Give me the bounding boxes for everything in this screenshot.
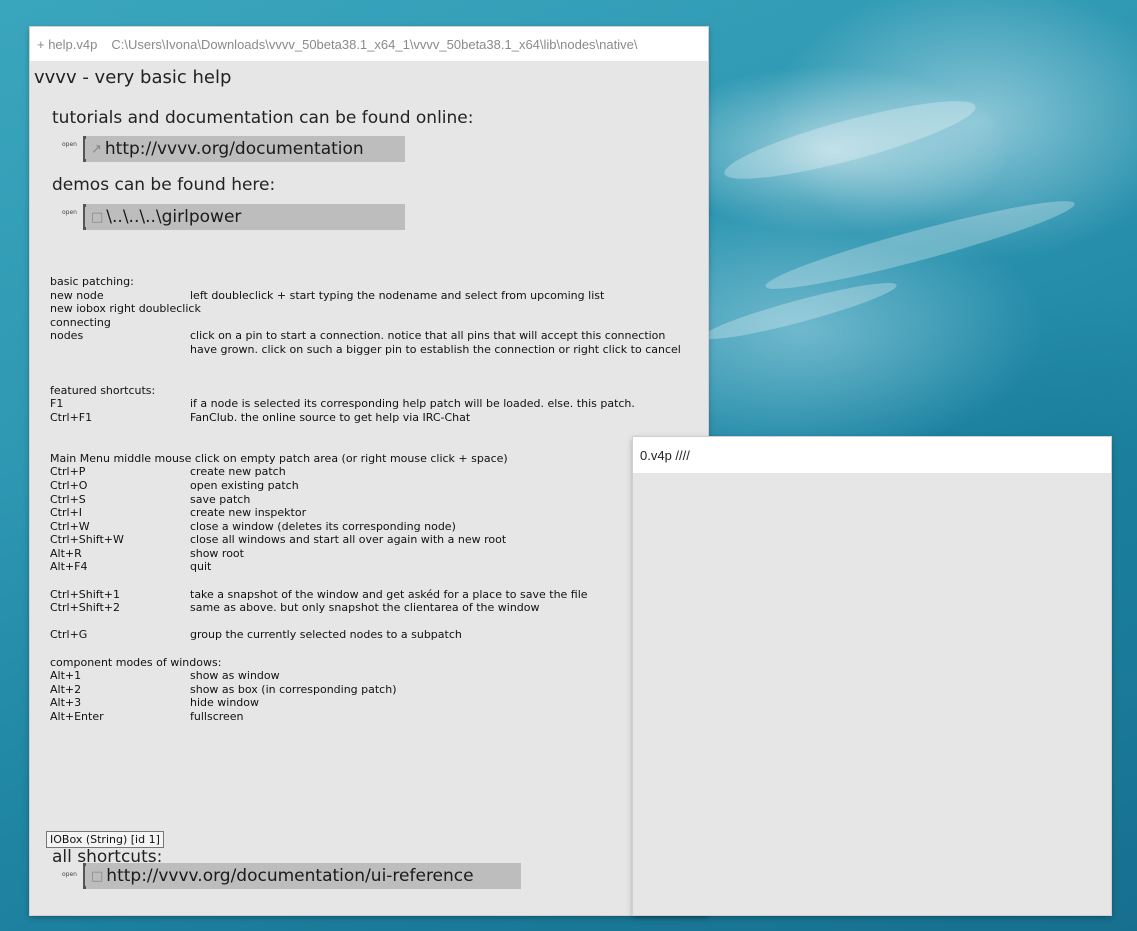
- shortcut-desc: take a snapshot of the window and get as…: [190, 587, 588, 601]
- root-window-titlebar[interactable]: 0.v4p ////: [633, 437, 1111, 473]
- patch-canvas[interactable]: [633, 473, 1111, 915]
- help-text-block: basic patching: new node left doubleclick…: [50, 275, 700, 724]
- ui-reference-iobox[interactable]: □ http://vvvv.org/documentation/ui-refer…: [83, 863, 521, 889]
- water-highlight: [719, 87, 981, 193]
- tutorials-heading: tutorials and documentation can be found…: [52, 108, 474, 128]
- window-title-name: + help.v4p: [37, 36, 98, 52]
- demos-path-text: \..\..\..\girlpower: [106, 207, 242, 227]
- shortcut-key: Ctrl+Shift+W: [50, 533, 124, 547]
- doc-link-iobox[interactable]: ↗ http://vvvv.org/documentation: [83, 136, 405, 162]
- doc-link-text: http://vvvv.org/documentation: [104, 139, 364, 159]
- shortcut-desc: if a node is selected its corresponding …: [190, 397, 635, 411]
- shortcut-desc: create new inspektor: [190, 506, 307, 520]
- section-title: featured shortcuts:: [50, 383, 156, 397]
- section-title: component modes of windows:: [50, 655, 222, 669]
- shortcut-desc: click on a pin to start a connection. no…: [190, 329, 666, 343]
- shortcut-key: Alt+2: [50, 682, 82, 696]
- shortcut-desc: group the currently selected nodes to a …: [190, 628, 462, 642]
- shortcut-key: Alt+Enter: [50, 710, 104, 723]
- shortcut-desc: open existing patch: [190, 478, 299, 492]
- shortcut-key: connecting: [50, 315, 111, 329]
- window-title: 0.v4p ////: [640, 447, 690, 463]
- iobox-input-pin[interactable]: [83, 136, 86, 139]
- shortcut-desc: left doubleclick + start typing the node…: [190, 288, 605, 302]
- link-icon: ↗: [91, 141, 102, 157]
- iobox-input-pin[interactable]: [83, 204, 86, 207]
- shortcut-desc: fullscreen: [190, 710, 244, 723]
- shortcut-desc: show as window: [190, 669, 280, 683]
- shortcut-desc: have grown. click on such a bigger pin t…: [190, 342, 681, 356]
- shortcut-desc: hide window: [190, 696, 260, 710]
- root-patch-window[interactable]: 0.v4p ////: [633, 437, 1111, 915]
- shortcut-desc: close a window (deletes its correspondin…: [190, 519, 456, 533]
- shortcut-key: Ctrl+O: [50, 478, 88, 492]
- open-pin-label: open: [62, 871, 77, 878]
- shortcut-key: Alt+1: [50, 669, 82, 683]
- shortcut-key: Ctrl+Shift+2: [50, 601, 121, 615]
- shortcut-desc: same as above. but only snapshot the cli…: [190, 601, 540, 615]
- help-window-titlebar[interactable]: + help.v4p C:\Users\Ivona\Downloads\vvvv…: [30, 27, 708, 61]
- water-highlight: [761, 189, 1079, 301]
- shortcut-key: Ctrl+G: [50, 628, 88, 642]
- section-title: basic patching:: [50, 275, 134, 288]
- shortcut-key: F1: [50, 397, 64, 411]
- shortcut-desc: quit: [190, 560, 212, 574]
- page-heading: vvvv - very basic help: [34, 67, 232, 88]
- iobox-tooltip: IOBox (String) [id 1]: [46, 831, 164, 848]
- shortcut-desc: close all windows and start all over aga…: [190, 533, 507, 547]
- shortcut-desc: FanClub. the online source to get help v…: [190, 410, 471, 424]
- shortcut-key: Alt+3: [50, 696, 82, 710]
- shortcut-key: Alt+F4: [50, 560, 88, 574]
- file-icon: □: [91, 868, 104, 884]
- iobox-input-pin[interactable]: [83, 863, 86, 866]
- open-pin-label: open: [62, 141, 77, 148]
- demos-path-iobox[interactable]: □ \..\..\..\girlpower: [83, 204, 405, 230]
- open-pin-label: open: [62, 209, 77, 216]
- shortcut-key: new node: [50, 288, 104, 302]
- shortcut-key: Ctrl+F1: [50, 410, 93, 424]
- shortcut-key: Ctrl+P: [50, 465, 86, 479]
- shortcut-desc: show root: [190, 546, 244, 560]
- file-icon: □: [91, 209, 104, 225]
- shortcut-key: Ctrl+I: [50, 506, 83, 520]
- ui-reference-text: http://vvvv.org/documentation/ui-referen…: [106, 866, 474, 886]
- shortcut-desc: show as box (in corresponding patch): [190, 682, 397, 696]
- iobox-output-pin[interactable]: [83, 886, 86, 889]
- shortcut-key: Alt+R: [50, 546, 82, 560]
- window-title-path: C:\Users\Ivona\Downloads\vvvv_50beta38.1…: [111, 36, 638, 52]
- shortcut-key: Ctrl+Shift+1: [50, 587, 121, 601]
- iobox-output-pin[interactable]: [83, 159, 86, 162]
- demos-heading: demos can be found here:: [52, 175, 276, 195]
- help-patch-window[interactable]: + help.v4p C:\Users\Ivona\Downloads\vvvv…: [30, 27, 708, 915]
- shortcut-key: nodes: [50, 329, 84, 343]
- shortcut-key: Ctrl+W: [50, 519, 90, 533]
- section-title: Main Menu middle mouse click on empty pa…: [50, 451, 508, 465]
- shortcut-key: new iobox right doubleclick: [50, 302, 201, 316]
- iobox-output-pin[interactable]: [83, 227, 86, 230]
- shortcut-desc: save patch: [190, 492, 251, 506]
- shortcut-desc: create new patch: [190, 465, 286, 479]
- shortcut-key: Ctrl+S: [50, 492, 86, 506]
